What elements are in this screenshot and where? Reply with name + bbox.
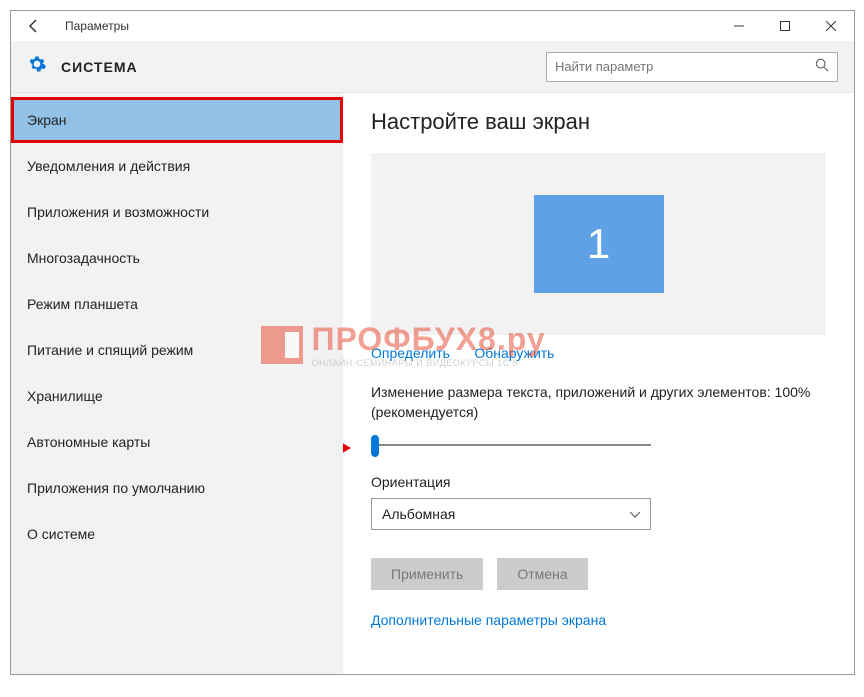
back-button[interactable] — [19, 11, 49, 41]
scale-label: Изменение размера текста, приложений и д… — [371, 383, 826, 422]
close-icon — [826, 21, 836, 31]
sidebar: Экран Уведомления и действия Приложения … — [11, 93, 343, 674]
sidebar-item-label: Приложения по умолчанию — [27, 480, 205, 496]
search-icon — [815, 58, 829, 75]
sidebar-item-label: Режим планшета — [27, 296, 138, 312]
scale-slider[interactable] — [371, 444, 651, 446]
monitor-tile[interactable]: 1 — [534, 195, 664, 293]
sidebar-item-about[interactable]: О системе — [11, 511, 343, 557]
sidebar-item-label: О системе — [27, 526, 95, 542]
advanced-display-link[interactable]: Дополнительные параметры экрана — [371, 612, 606, 628]
sidebar-item-label: Автономные карты — [27, 434, 150, 450]
sidebar-item-default-apps[interactable]: Приложения по умолчанию — [11, 465, 343, 511]
identify-link[interactable]: Определить — [371, 345, 450, 361]
minimize-button[interactable] — [716, 11, 762, 41]
page-heading: Настройте ваш экран — [371, 109, 826, 135]
annotation-arrow — [343, 436, 351, 459]
orientation-select[interactable]: Альбомная — [371, 498, 651, 530]
maximize-icon — [780, 21, 790, 31]
apply-button[interactable]: Применить — [371, 558, 483, 590]
minimize-icon — [734, 21, 744, 31]
monitor-number: 1 — [587, 220, 610, 268]
titlebar: Параметры — [11, 11, 854, 41]
window-controls — [716, 11, 854, 41]
sidebar-item-tablet[interactable]: Режим планшета — [11, 281, 343, 327]
sidebar-item-notifications[interactable]: Уведомления и действия — [11, 143, 343, 189]
search-input[interactable] — [555, 59, 815, 74]
detect-link[interactable]: Обнаружить — [474, 345, 554, 361]
close-button[interactable] — [808, 11, 854, 41]
header-title: СИСТЕМА — [61, 59, 138, 75]
sidebar-item-label: Экран — [27, 112, 67, 128]
chevron-down-icon — [630, 507, 640, 521]
window-title: Параметры — [65, 19, 129, 33]
gear-icon — [27, 54, 47, 80]
slider-thumb[interactable] — [371, 435, 379, 457]
orientation-value: Альбомная — [382, 506, 455, 522]
display-preview[interactable]: 1 — [371, 153, 826, 335]
sidebar-item-label: Питание и спящий режим — [27, 342, 193, 358]
header-bar: СИСТЕМА — [11, 41, 854, 93]
cancel-button[interactable]: Отмена — [497, 558, 587, 590]
sidebar-item-multitasking[interactable]: Многозадачность — [11, 235, 343, 281]
sidebar-item-label: Многозадачность — [27, 250, 140, 266]
sidebar-item-label: Хранилище — [27, 388, 103, 404]
display-links: Определить Обнаружить — [371, 345, 826, 363]
sidebar-item-label: Уведомления и действия — [27, 158, 190, 174]
sidebar-item-storage[interactable]: Хранилище — [11, 373, 343, 419]
slider-track — [371, 444, 651, 446]
sidebar-item-maps[interactable]: Автономные карты — [11, 419, 343, 465]
sidebar-item-power[interactable]: Питание и спящий режим — [11, 327, 343, 373]
sidebar-item-apps[interactable]: Приложения и возможности — [11, 189, 343, 235]
settings-window: Параметры СИСТЕМА Экран Уведо — [10, 10, 855, 675]
button-row: Применить Отмена — [371, 558, 826, 590]
search-box[interactable] — [546, 52, 838, 82]
main-content: Настройте ваш экран 1 Определить Обнаруж… — [343, 93, 854, 674]
orientation-label: Ориентация — [371, 474, 826, 490]
body: Экран Уведомления и действия Приложения … — [11, 93, 854, 674]
arrow-left-icon — [26, 18, 42, 34]
sidebar-item-display[interactable]: Экран — [11, 97, 343, 143]
sidebar-item-label: Приложения и возможности — [27, 204, 209, 220]
maximize-button[interactable] — [762, 11, 808, 41]
